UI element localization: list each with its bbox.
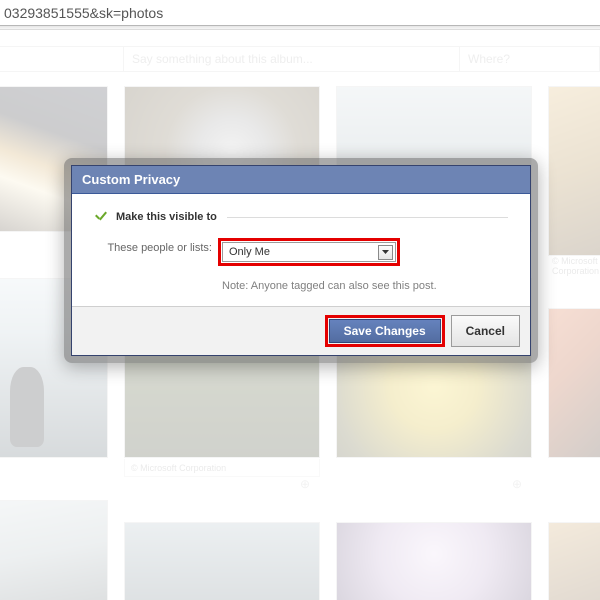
dialog-body: Make this visible to These people or lis… bbox=[72, 194, 530, 306]
highlight-box: Save Changes bbox=[325, 315, 445, 347]
check-icon bbox=[94, 210, 108, 224]
section-heading: Make this visible to bbox=[116, 211, 217, 223]
custom-privacy-dialog: Custom Privacy Make this visible to Thes… bbox=[64, 158, 538, 363]
composer-where-placeholder: Where? bbox=[468, 52, 510, 66]
tag-icon[interactable]: ⊕ bbox=[512, 477, 532, 491]
url-text: 03293851555&sk=photos bbox=[4, 5, 163, 21]
photo-thumbnail[interactable] bbox=[548, 522, 600, 600]
audience-label: These people or lists: bbox=[96, 238, 218, 254]
tag-icon[interactable]: ⊕ bbox=[300, 477, 320, 491]
album-composer: Say something about this album... Where? bbox=[0, 46, 600, 72]
tagging-note: Note: Anyone tagged can also see this po… bbox=[222, 280, 508, 292]
dialog-title: Custom Privacy bbox=[72, 166, 530, 194]
page-background: Say something about this album... Where?… bbox=[0, 30, 600, 600]
highlight-box: Only Me bbox=[218, 238, 400, 266]
composer-placeholder: Say something about this album... bbox=[132, 52, 313, 66]
cancel-button[interactable]: Cancel bbox=[451, 315, 520, 347]
photo-thumbnail[interactable] bbox=[0, 500, 108, 600]
dialog-footer: Save Changes Cancel bbox=[72, 306, 530, 355]
chevron-down-icon bbox=[378, 245, 393, 260]
photo-thumbnail[interactable] bbox=[336, 522, 532, 600]
photo-caption: © Microsoft Corporation bbox=[124, 459, 320, 477]
audience-select[interactable]: Only Me bbox=[222, 242, 396, 262]
composer-location-input[interactable]: Where? bbox=[460, 46, 600, 72]
composer-thumb-slot bbox=[0, 46, 124, 72]
photo-caption: © Microsoft Corporation bbox=[548, 256, 600, 276]
photo-thumbnail[interactable] bbox=[548, 86, 600, 256]
composer-caption-input[interactable]: Say something about this album... bbox=[124, 46, 460, 72]
audience-select-value: Only Me bbox=[229, 246, 270, 258]
divider bbox=[227, 217, 508, 218]
browser-address-bar[interactable]: 03293851555&sk=photos bbox=[0, 0, 600, 26]
photo-thumbnail[interactable] bbox=[548, 308, 600, 458]
photo-thumbnail[interactable] bbox=[124, 522, 320, 600]
save-changes-button[interactable]: Save Changes bbox=[329, 319, 441, 343]
